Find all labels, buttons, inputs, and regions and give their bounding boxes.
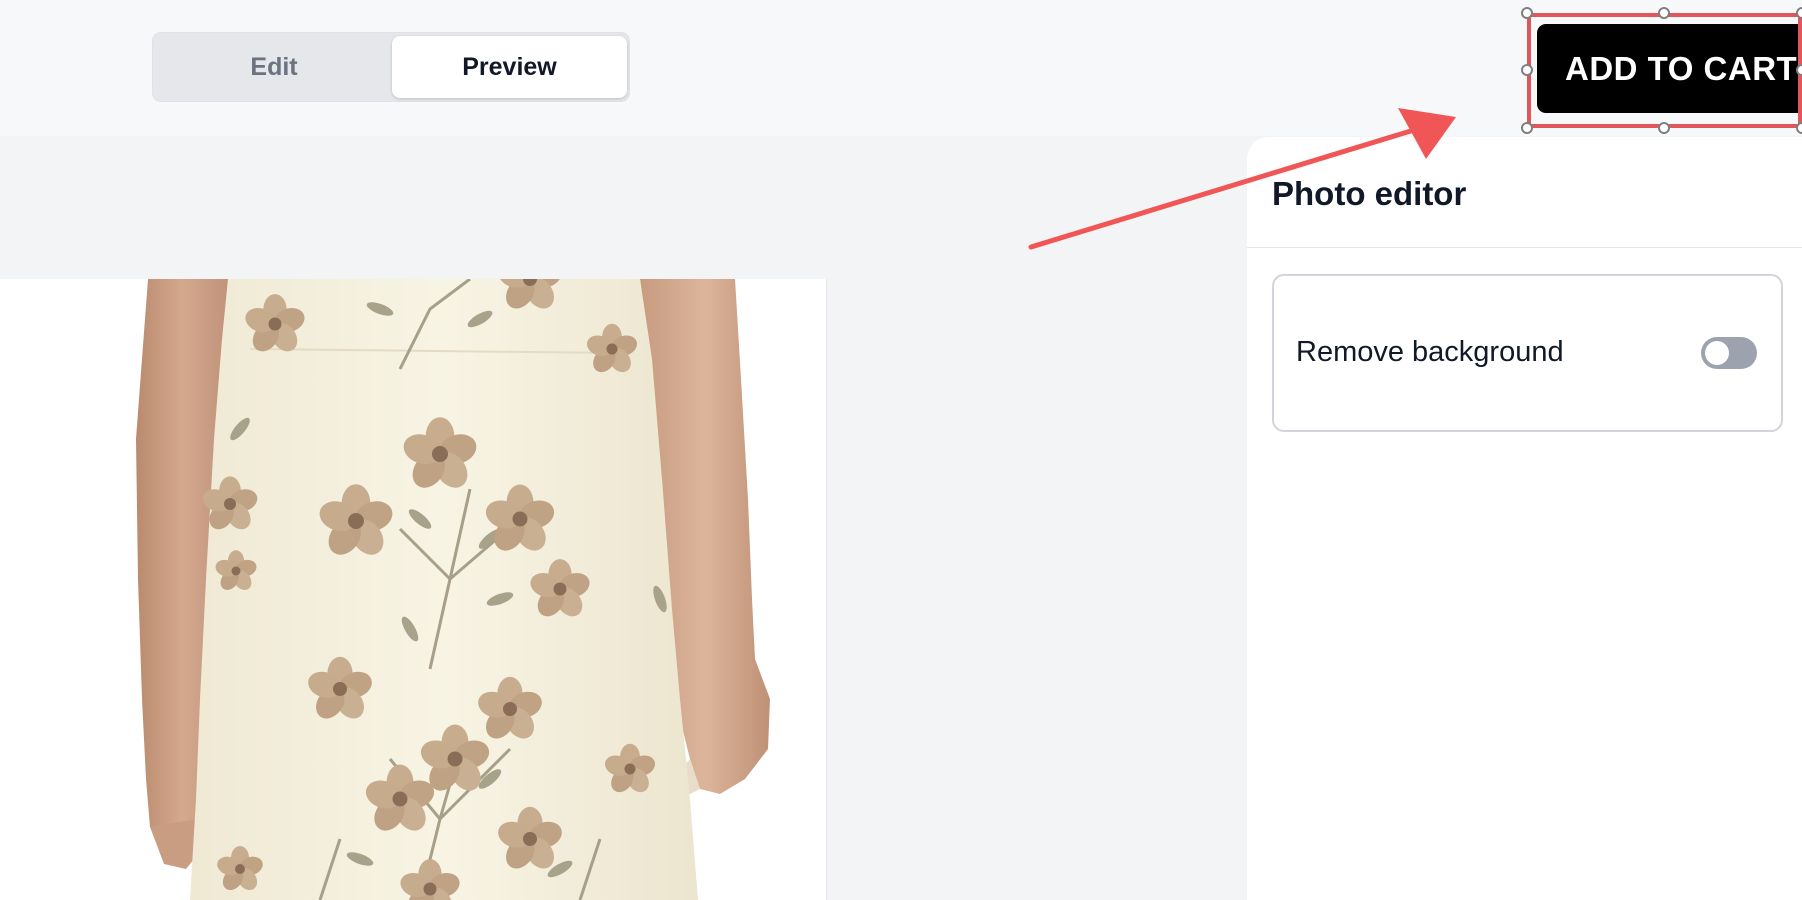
resize-handle-middle-left[interactable] — [1521, 64, 1533, 76]
resize-handle-bottom-center[interactable] — [1658, 122, 1670, 134]
resize-handle-bottom-left[interactable] — [1521, 122, 1533, 134]
photo-editor-panel: Photo editor Remove background — [1247, 137, 1802, 900]
remove-background-card: Remove background — [1272, 274, 1783, 432]
resize-handle-top-left[interactable] — [1521, 7, 1533, 19]
add-to-cart-button[interactable]: ADD TO CART — [1537, 24, 1802, 113]
resize-handle-top-right[interactable] — [1796, 7, 1802, 19]
floral-dress-photo — [0, 279, 826, 900]
remove-background-label: Remove background — [1296, 336, 1564, 368]
toggle-knob — [1705, 341, 1729, 365]
remove-background-toggle[interactable] — [1701, 337, 1757, 369]
tab-preview[interactable]: Preview — [392, 36, 627, 98]
resize-handle-bottom-right[interactable] — [1796, 122, 1802, 134]
resize-handle-top-center[interactable] — [1658, 7, 1670, 19]
selected-element: ADD TO CART — [1521, 7, 1802, 134]
product-image-canvas[interactable] — [0, 279, 827, 900]
app-window: Edit Preview ADD TO CART Photo editor Re… — [0, 0, 1802, 900]
panel-title: Photo editor — [1272, 175, 1467, 212]
edit-preview-toggle: Edit Preview — [152, 32, 630, 102]
tab-edit[interactable]: Edit — [156, 36, 392, 98]
top-bar: Edit Preview ADD TO CART — [0, 0, 1802, 136]
resize-handle-middle-right[interactable] — [1796, 64, 1802, 76]
panel-divider — [1247, 247, 1802, 248]
